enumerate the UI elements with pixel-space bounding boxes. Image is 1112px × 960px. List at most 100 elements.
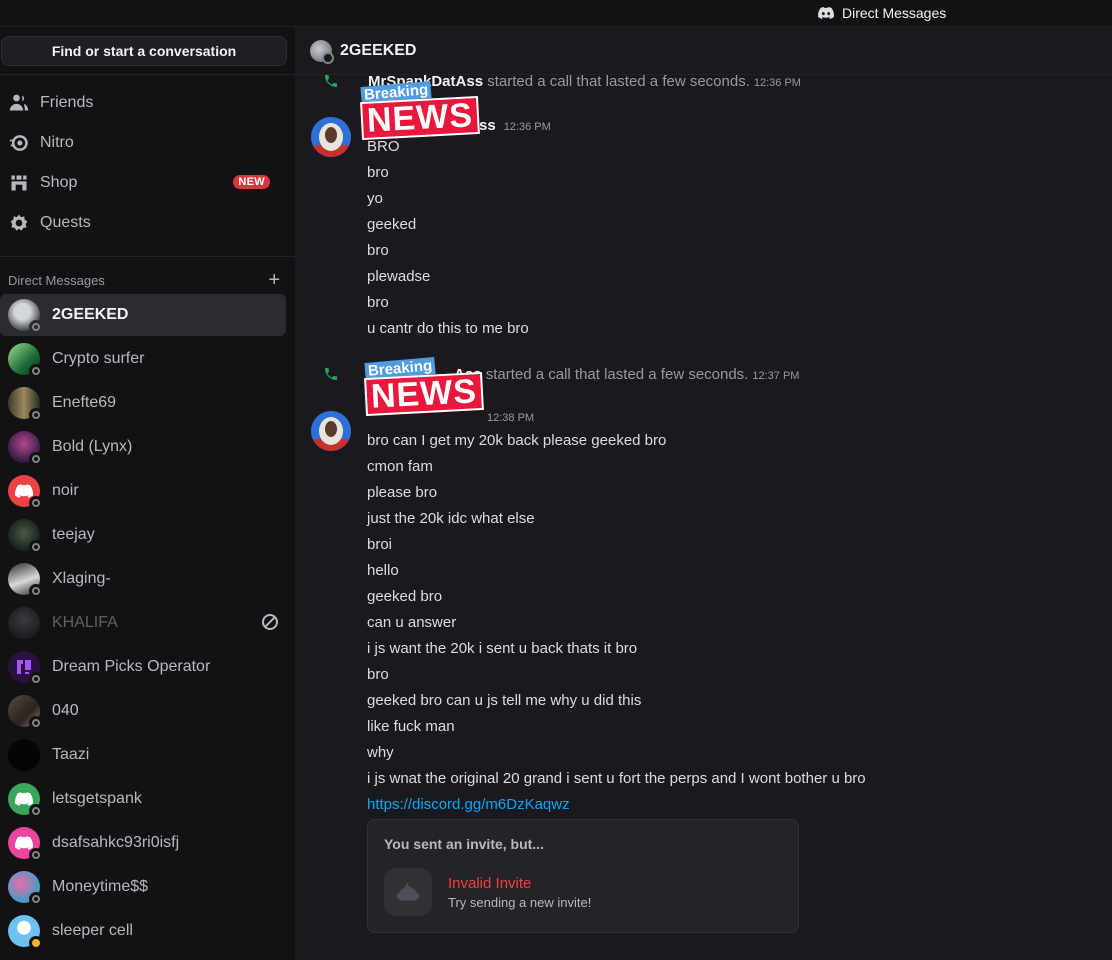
invite-link[interactable]: https://discord.gg/m6DzKaqwz <box>367 792 570 818</box>
dm-item-label: Moneytime$$ <box>52 878 149 895</box>
avatar <box>8 607 40 639</box>
dm-item-taazi[interactable]: Taazi <box>0 734 286 776</box>
dm-item-2geeked[interactable]: 2GEEKED <box>0 294 286 336</box>
dm-item-label: noir <box>52 482 79 499</box>
dm-item-crypto-surfer[interactable]: Crypto surfer <box>0 338 286 380</box>
friends-icon <box>8 92 30 114</box>
window-title: Direct Messages <box>818 4 946 22</box>
avatar <box>8 431 43 466</box>
dm-section-title: Direct Messages <box>8 272 105 288</box>
avatar <box>8 739 40 771</box>
message-avatar[interactable] <box>311 117 351 157</box>
avatar <box>8 915 43 950</box>
author-name[interactable]: ss <box>479 117 496 134</box>
dm-item-label: Crypto surfer <box>52 350 145 367</box>
message-line: u cantr do this to me bro <box>367 320 529 337</box>
status-offline-icon <box>29 804 43 818</box>
call-system-message: Ass started a call that lasted a few sec… <box>295 363 1112 385</box>
avatar[interactable] <box>310 39 334 64</box>
message-line: i js want the 20k i sent u back thats it… <box>367 640 638 657</box>
dm-item-label: teejay <box>52 526 95 543</box>
dm-item-label: Enefte69 <box>52 394 117 411</box>
nitro-icon <box>8 132 30 154</box>
nav-quests[interactable]: Quests <box>0 204 286 242</box>
dm-item-label: Xlaging- <box>52 570 111 587</box>
invite-embed: You sent an invite, but... Invalid Invit… <box>367 819 799 933</box>
message-line: cmon fam <box>367 458 433 475</box>
dm-item-enefte69[interactable]: Enefte69 <box>0 382 286 424</box>
dm-item-label: KHALIFA <box>52 614 118 631</box>
phone-icon <box>323 366 339 382</box>
dm-item-label: 2GEEKED <box>52 306 129 323</box>
message-line: bro <box>367 164 389 181</box>
sidebar-divider <box>0 74 295 75</box>
dm-item-letsgetspank[interactable]: letsgetspank <box>0 778 286 820</box>
avatar <box>8 299 43 334</box>
user-avatar-image <box>311 117 351 157</box>
dm-item-label: 040 <box>52 702 79 719</box>
window-title-text: Direct Messages <box>842 5 947 21</box>
chat-header: 2GEEKED <box>295 27 1112 75</box>
chat-area: 2GEEKED MrSpankDatAss started a call tha… <box>295 27 1112 960</box>
message-line: why <box>367 744 394 761</box>
nav-friends[interactable]: Friends <box>0 84 286 122</box>
avatar <box>8 343 43 378</box>
message-line: geeked <box>367 216 417 233</box>
invalid-invite-icon <box>384 868 432 916</box>
dm-sidebar: Find or start a conversation Friends Nit… <box>0 27 295 960</box>
chat-header-name[interactable]: 2GEEKED <box>340 42 416 60</box>
discord-default-avatar-icon <box>15 836 33 850</box>
create-dm-plus-icon[interactable]: + <box>268 270 280 290</box>
dm-item-bold-lynx[interactable]: Bold (Lynx) <box>0 426 286 468</box>
status-offline-icon <box>29 320 43 334</box>
message-line: geeked bro <box>367 588 443 605</box>
message-line: bro <box>367 666 389 683</box>
message-avatar[interactable] <box>311 411 351 451</box>
dm-item-dream-picks-operator[interactable]: Dream Picks Operator <box>0 646 286 688</box>
discord-default-avatar-icon <box>15 484 33 498</box>
phone-icon <box>323 73 339 89</box>
dm-item-moneytime[interactable]: Moneytime$$ <box>0 866 286 908</box>
nav-friends-label: Friends <box>40 94 94 111</box>
dm-item-dsafsahkc93ri0isfj[interactable]: dsafsahkc93ri0isfj <box>0 822 286 864</box>
nav-nitro[interactable]: Nitro <box>0 124 286 162</box>
dm-item-teejay[interactable]: teejay <box>0 514 286 556</box>
status-offline-icon <box>29 540 43 554</box>
user-avatar-image <box>311 411 351 451</box>
call-text: started a call that lasted a few seconds… <box>485 365 749 383</box>
timestamp: 12:36 PM <box>503 121 551 133</box>
call-user[interactable]: Ass <box>454 366 482 383</box>
message-line: i js wnat the original 20 grand i sent u… <box>367 770 866 787</box>
avatar <box>8 695 43 730</box>
message-line: plewadse <box>367 268 431 285</box>
timestamp: 12:36 PM <box>753 76 801 89</box>
nav-shop[interactable]: Shop NEW <box>0 164 286 202</box>
dm-item-label: Taazi <box>52 746 90 763</box>
status-offline-icon <box>29 716 43 730</box>
dm-item-sleeper-cell[interactable]: sleeper cell <box>0 910 286 952</box>
status-offline-icon <box>29 452 43 466</box>
status-idle-icon <box>29 936 43 950</box>
call-user[interactable]: MrSpankDatAss <box>368 73 483 90</box>
status-offline-icon <box>29 584 43 598</box>
call-system-message: MrSpankDatAss started a call that lasted… <box>295 70 1112 92</box>
invite-subtitle: Try sending a new invite! <box>448 895 592 910</box>
dm-item-noir[interactable]: noir <box>0 470 286 512</box>
status-offline-icon <box>29 408 43 422</box>
status-offline-icon <box>29 892 43 906</box>
avatar <box>8 783 43 818</box>
nav-quests-label: Quests <box>40 214 91 231</box>
find-conversation-button[interactable]: Find or start a conversation <box>1 36 287 66</box>
nav-nitro-label: Nitro <box>40 134 74 151</box>
status-offline-icon <box>29 672 43 686</box>
message-header: ss 12:36 PM <box>479 117 551 137</box>
dm-item-xlaging[interactable]: Xlaging- <box>0 558 286 600</box>
dm-item-label: sleeper cell <box>52 922 133 939</box>
dm-item-khalifa[interactable]: KHALIFA <box>0 602 286 644</box>
avatar <box>8 827 43 862</box>
nav-shop-label: Shop <box>40 174 78 191</box>
sidebar-divider <box>0 256 295 257</box>
dm-item-040[interactable]: 040 <box>0 690 286 732</box>
avatar <box>8 519 43 554</box>
avatar <box>8 387 43 422</box>
